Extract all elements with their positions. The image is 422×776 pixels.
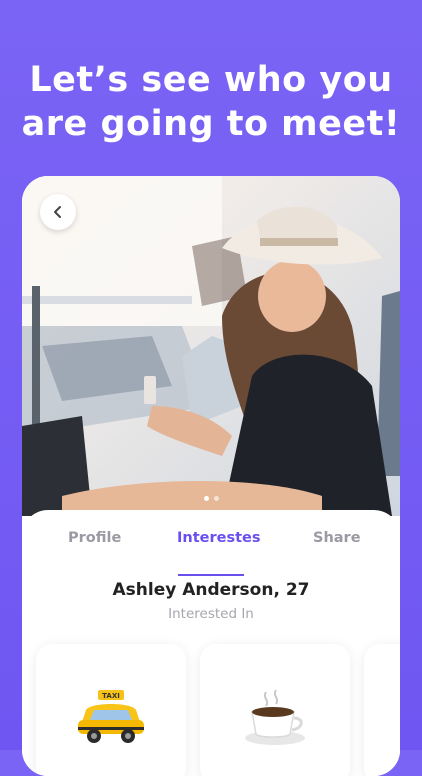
profile-name: Ashley Anderson, 27 (112, 580, 310, 600)
taxi-icon: TAXI (78, 690, 144, 743)
tab-share[interactable]: Share (313, 530, 361, 546)
headline-line-2: are going to meet! (21, 104, 401, 144)
airport-scene-image (22, 176, 400, 516)
headline-line-1: Let’s see who you (29, 60, 393, 100)
tab-bar: Profile Interestes Share (22, 530, 400, 576)
chevron-left-icon (54, 206, 61, 218)
profile-photo[interactable] (22, 176, 400, 516)
phone-screen: Profile Interestes Share Ashley Anderson… (22, 176, 400, 776)
interest-card-taxi[interactable]: TAXI (36, 644, 186, 776)
taxi-sign-text: TAXI (102, 692, 120, 700)
interest-card-partial[interactable] (364, 644, 400, 776)
active-tab-indicator (178, 574, 244, 576)
tab-profile[interactable]: Profile (68, 530, 121, 546)
pager-dot[interactable] (203, 496, 209, 501)
interest-card-coffee[interactable] (200, 644, 350, 776)
tab-interests[interactable]: Interestes (177, 530, 261, 546)
pager-dot[interactable] (213, 496, 219, 501)
interested-in-label: Interested In (168, 606, 254, 622)
coffee-icon (245, 689, 305, 745)
headline: Let’s see who you are going to meet! (0, 58, 422, 146)
photo-pager (22, 496, 400, 501)
profile-sheet: Profile Interestes Share Ashley Anderson… (22, 510, 400, 776)
back-button[interactable] (40, 194, 76, 230)
